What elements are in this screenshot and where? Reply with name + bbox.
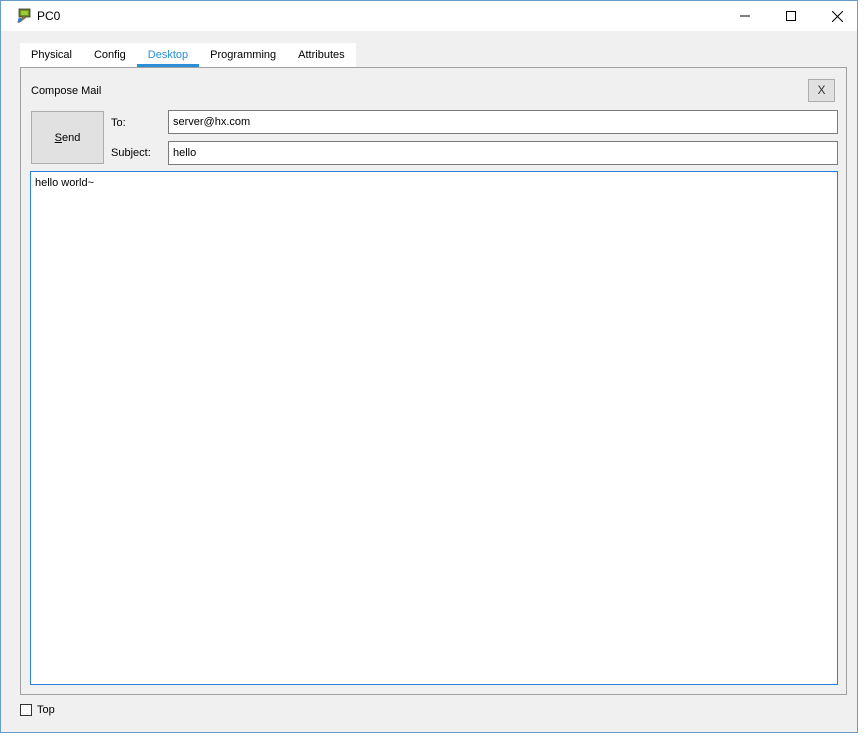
send-label-rest: end	[61, 131, 81, 144]
message-body-textarea[interactable]: hello world~	[30, 171, 838, 685]
subject-label: Subject:	[111, 147, 151, 159]
top-checkbox[interactable]	[20, 704, 32, 716]
send-button[interactable]: Send	[31, 111, 104, 164]
close-compose-button[interactable]: X	[808, 79, 835, 102]
maximize-button[interactable]	[768, 1, 814, 31]
compose-title: Compose Mail	[31, 85, 102, 97]
tab-physical[interactable]: Physical	[20, 43, 83, 67]
subject-field[interactable]: hello	[168, 141, 838, 165]
tab-desktop[interactable]: Desktop	[136, 43, 200, 67]
send-label-mnemonic: S	[54, 131, 62, 144]
compose-mail-panel: Compose Mail X Send To: server@hx.com Su…	[20, 67, 847, 695]
minimize-button[interactable]	[722, 1, 768, 31]
tab-programming[interactable]: Programming	[199, 43, 288, 67]
minimize-icon	[740, 15, 750, 17]
packet-tracer-pc-icon	[16, 8, 32, 24]
top-checkbox-label: Top	[37, 704, 55, 716]
tab-attributes[interactable]: Attributes	[287, 43, 356, 67]
to-field[interactable]: server@hx.com	[168, 110, 838, 134]
window-title: PC0	[37, 9, 61, 23]
to-label: To:	[111, 117, 126, 129]
top-checkbox-row[interactable]: Top	[20, 704, 55, 716]
maximize-icon	[786, 11, 796, 21]
title-bar: PC0	[1, 1, 857, 31]
close-icon	[831, 10, 843, 22]
tab-bar: Physical Config Desktop Programming Attr…	[20, 43, 356, 67]
close-window-button[interactable]	[814, 1, 860, 31]
pc-window: PC0 Physical Config Desktop Programming …	[0, 0, 858, 733]
tab-config[interactable]: Config	[82, 43, 137, 67]
